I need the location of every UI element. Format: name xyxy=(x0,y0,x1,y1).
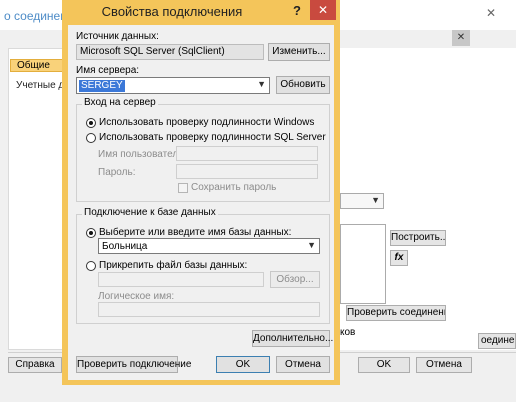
close-icon[interactable]: ✕ xyxy=(310,0,336,20)
password-field[interactable] xyxy=(176,164,318,179)
chevron-down-icon: ▼ xyxy=(257,79,266,89)
refresh-button[interactable]: Обновить xyxy=(276,76,330,94)
chevron-down-icon: ▼ xyxy=(307,240,316,250)
background-partial-label: ков xyxy=(340,327,356,338)
server-name-combobox[interactable]: SERGEY ▼ xyxy=(76,77,270,94)
background-test-connection-button[interactable]: Проверить соединение xyxy=(346,305,446,321)
background-nav-pane xyxy=(9,49,64,349)
chevron-down-icon: ▼ xyxy=(371,195,380,205)
logical-name-field[interactable] xyxy=(98,302,320,317)
background-close-icon[interactable]: ✕ xyxy=(476,6,506,24)
test-connection-button[interactable]: Проверить подключение xyxy=(76,356,191,373)
auth-windows-radio[interactable] xyxy=(86,118,96,128)
auth-sql-radio[interactable] xyxy=(86,133,96,143)
attach-db-radio[interactable] xyxy=(86,261,96,271)
username-label: Имя пользователя: xyxy=(98,149,187,160)
nav-item-general[interactable]: Общие xyxy=(10,59,64,72)
browse-button[interactable]: Обзор... xyxy=(270,271,320,288)
logical-name-label: Логическое имя: xyxy=(98,291,175,302)
help-icon[interactable]: ? xyxy=(293,3,305,18)
data-source-label: Источник данных: xyxy=(76,31,159,42)
background-inner-close-icon[interactable]: ✕ xyxy=(452,30,470,46)
function-button[interactable]: fx xyxy=(390,250,408,266)
save-password-checkbox[interactable] xyxy=(178,183,188,193)
data-source-field: Microsoft SQL Server (SqlClient) xyxy=(76,44,264,60)
background-cancel-button[interactable]: Отмена xyxy=(416,357,472,373)
cancel-button[interactable]: Отмена xyxy=(276,356,330,373)
background-ok-button[interactable]: OK xyxy=(358,357,410,373)
server-name-value: SERGEY xyxy=(79,80,125,92)
attach-db-file-field[interactable] xyxy=(98,272,264,287)
advanced-button[interactable]: Дополнительно... xyxy=(252,330,333,347)
database-name-combobox[interactable]: Больница ▼ xyxy=(98,238,320,254)
build-button[interactable]: Построить... xyxy=(390,230,446,246)
save-password-label: Сохранить пароль xyxy=(191,182,277,193)
background-right-edge-button[interactable]: оединение xyxy=(478,333,516,349)
dialog-title: Свойства подключения xyxy=(101,4,243,19)
change-button[interactable]: Изменить... xyxy=(268,43,330,61)
password-label: Пароль: xyxy=(98,167,136,178)
auth-sql-label[interactable]: Использовать проверку подлинности SQL Se… xyxy=(99,132,326,143)
auth-windows-label[interactable]: Использовать проверку подлинности Window… xyxy=(99,117,314,128)
attach-db-label[interactable]: Прикрепить файл базы данных: xyxy=(99,260,247,271)
background-dropdown[interactable]: ▼ xyxy=(340,193,384,209)
database-group-title: Подключение к базе данных xyxy=(82,207,218,218)
ok-button[interactable]: OK xyxy=(216,356,270,373)
select-db-label[interactable]: Выберите или введите имя базы данных: xyxy=(99,227,291,238)
select-db-radio[interactable] xyxy=(86,228,96,238)
background-help-button[interactable]: Справка xyxy=(8,357,62,373)
background-textbox[interactable] xyxy=(340,224,386,304)
username-field[interactable] xyxy=(176,146,318,161)
server-name-label: Имя сервера: xyxy=(76,65,140,76)
database-name-value: Больница xyxy=(102,241,148,252)
logon-group-title: Вход на сервер xyxy=(82,97,158,108)
